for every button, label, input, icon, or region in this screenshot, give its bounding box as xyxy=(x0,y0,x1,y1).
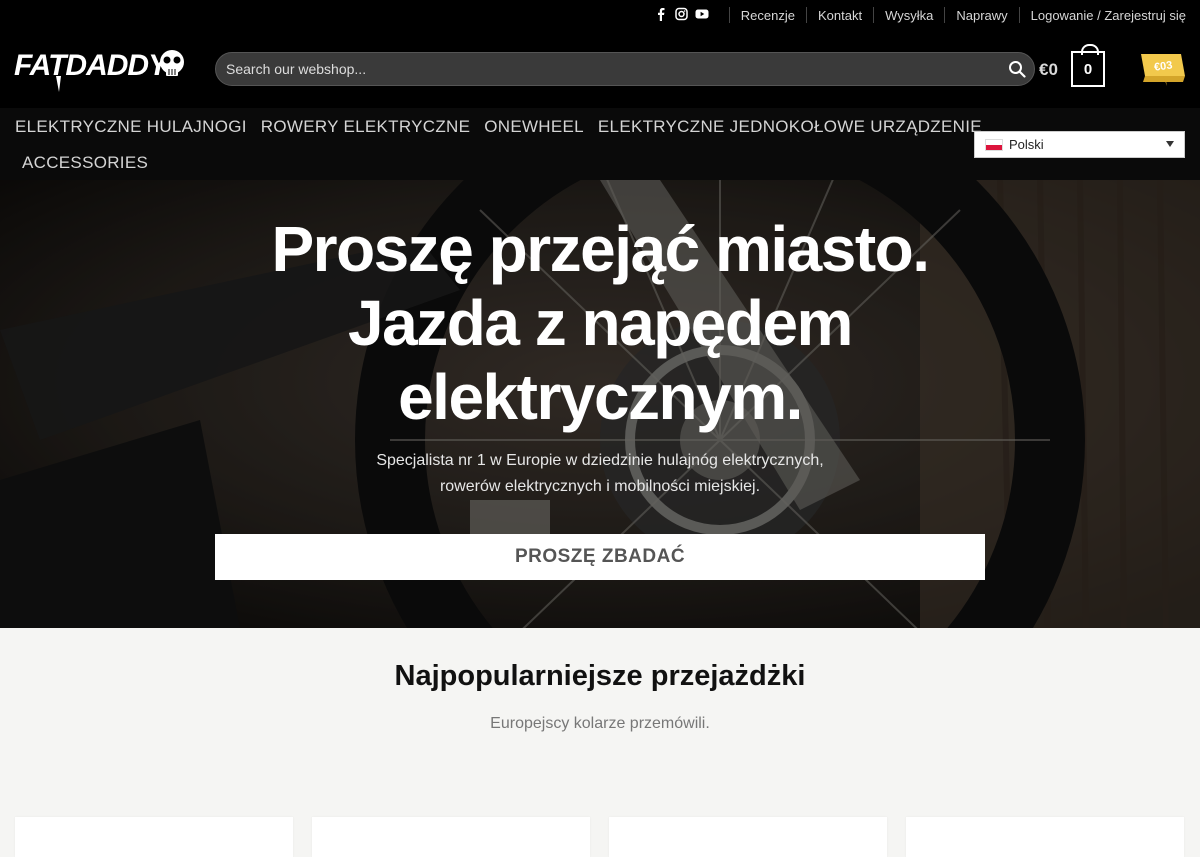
poland-flag-icon xyxy=(985,138,1003,151)
chevron-down-icon xyxy=(1166,141,1174,147)
language-selector[interactable]: Polski xyxy=(974,131,1185,158)
hero-subtitle-line-2: rowerów elektrycznych i mobilności miejs… xyxy=(439,478,761,495)
top-bar: Recenzje Kontakt Wysyłka Naprawy Logowan… xyxy=(0,0,1200,30)
instagram-icon[interactable] xyxy=(675,7,688,21)
search-input[interactable] xyxy=(226,53,996,85)
gold-badge-icon[interactable]: €03 xyxy=(1135,52,1185,86)
product-card[interactable] xyxy=(906,817,1184,857)
product-card[interactable] xyxy=(312,817,590,857)
hero-headline: Proszę przejąć miasto. Jazda z napędem e… xyxy=(200,212,1000,434)
fatdaddy-logo[interactable]: FATDADDY xyxy=(14,42,188,92)
svg-text:€03: €03 xyxy=(1153,59,1173,73)
cart-total[interactable]: €0 xyxy=(1039,60,1058,80)
youtube-icon[interactable] xyxy=(695,7,709,21)
nav-item-electric-unicycle[interactable]: ELEKTRYCZNE JEDNOKOŁOWE URZĄDZENIE xyxy=(598,117,982,137)
language-label: Polski xyxy=(1009,137,1044,152)
repairs-link[interactable]: Naprawy xyxy=(956,8,1007,23)
section-title: Najpopularniejsze przejażdżki xyxy=(394,660,806,692)
facebook-icon[interactable] xyxy=(655,7,667,21)
svg-text:FATDADDY: FATDADDY xyxy=(14,49,171,82)
cart-count: 0 xyxy=(1083,60,1093,78)
hero-banner: Proszę przejąć miasto. Jazda z napędem e… xyxy=(0,180,1200,628)
search-icon[interactable] xyxy=(1008,60,1026,78)
hero-subtitle: Specjalista nr 1 w Europie w dziedzinie … xyxy=(300,448,900,500)
search-bar xyxy=(215,52,1035,86)
popular-rides-section: Najpopularniejsze przejażdżki Europejscy… xyxy=(0,628,1200,857)
cart-button[interactable]: 0 xyxy=(1071,44,1105,87)
explore-button[interactable]: PROSZĘ ZBADAĆ xyxy=(215,534,985,580)
contact-link[interactable]: Kontakt xyxy=(818,8,862,23)
hero-headline-line-1: Proszę przejąć miasto. xyxy=(271,213,930,285)
product-card[interactable] xyxy=(15,817,293,857)
divider xyxy=(873,7,875,23)
divider xyxy=(1018,7,1020,23)
divider xyxy=(805,7,807,23)
login-register-link[interactable]: Logowanie / Zarejestruj się xyxy=(1031,8,1186,23)
social-links xyxy=(655,7,709,21)
divider xyxy=(944,7,946,23)
header: FATDADDY €0 0 €03 xyxy=(0,30,1200,108)
section-subtitle: Europejscy kolarze przemówili. xyxy=(490,715,710,732)
top-nav: Recenzje Kontakt Wysyłka Naprawy Logowan… xyxy=(718,7,1186,23)
nav-item-accessories[interactable]: ACCESSORIES xyxy=(22,153,148,172)
nav-item-onewheel[interactable]: ONEWHEEL xyxy=(484,117,584,137)
divider xyxy=(728,7,730,23)
shipping-link[interactable]: Wysyłka xyxy=(885,8,933,23)
hero-headline-line-3: elektrycznym. xyxy=(398,361,803,433)
nav-item-electric-scooters[interactable]: ELEKTRYCZNE HULAJNOGI xyxy=(15,117,247,137)
product-card[interactable] xyxy=(609,817,887,857)
main-nav: ELEKTRYCZNE HULAJNOGI ROWERY ELEKTRYCZNE… xyxy=(0,108,1200,180)
nav-item-electric-bikes[interactable]: ROWERY ELEKTRYCZNE xyxy=(261,117,470,137)
reviews-link[interactable]: Recenzje xyxy=(741,8,795,23)
hero-subtitle-line-1: Specjalista nr 1 w Europie w dziedzinie … xyxy=(376,452,824,469)
hero-headline-line-2: Jazda z napędem xyxy=(348,287,853,359)
